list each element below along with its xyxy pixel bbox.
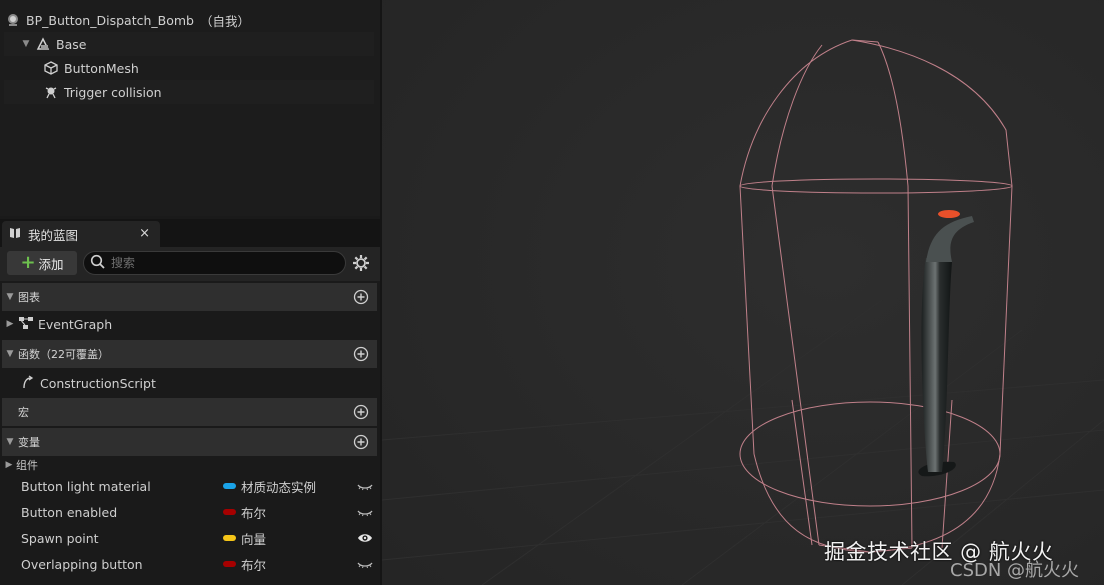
variable-type: 材质动态实例 xyxy=(241,479,317,495)
actor-icon xyxy=(4,11,22,29)
component-item-label: Trigger collision xyxy=(64,84,162,100)
my-blueprint-panel: 我的蓝图 × + 添加 ▼ 图表 xyxy=(0,219,380,585)
viewport-scene xyxy=(382,0,1104,585)
variable-row[interactable]: Button light material 材质动态实例 xyxy=(2,473,377,499)
variable-type: 布尔 xyxy=(241,557,267,573)
variable-name: Button light material xyxy=(21,478,151,494)
eye-open-icon[interactable] xyxy=(357,531,373,545)
section-label: 宏 xyxy=(18,406,29,419)
type-pill xyxy=(223,509,236,515)
close-icon[interactable]: × xyxy=(139,226,150,241)
component-item-label: Base xyxy=(56,36,87,52)
chevron-right-icon[interactable]: ▶ xyxy=(2,319,18,329)
variable-row[interactable]: Spawn point 向量 xyxy=(2,525,377,551)
chevron-right-icon[interactable]: ▶ xyxy=(2,460,16,470)
type-pill xyxy=(223,561,236,567)
section-label: 函数（22可覆盖） xyxy=(18,348,109,361)
list-item-constructionscript[interactable]: ConstructionScript xyxy=(2,371,377,395)
add-button-label: 添加 xyxy=(38,256,64,272)
type-pill xyxy=(223,483,236,489)
graph-icon xyxy=(18,316,34,333)
tab-label: 我的蓝图 xyxy=(28,227,79,243)
component-root-label: BP_Button_Dispatch_Bomb xyxy=(26,12,194,28)
section-macros[interactable]: 宏 xyxy=(2,398,377,426)
tab-bar: 我的蓝图 × xyxy=(0,219,380,247)
component-item-trigger-collision[interactable]: Trigger collision xyxy=(4,80,374,104)
chevron-down-icon[interactable]: ▼ xyxy=(2,437,18,447)
blueprint-toolbar: + 添加 xyxy=(0,247,380,281)
variable-row[interactable]: Button enabled 布尔 xyxy=(2,499,377,525)
section-label: 图表 xyxy=(18,291,40,304)
add-circle-icon[interactable] xyxy=(353,434,369,450)
variable-row[interactable]: Overlapping button 布尔 xyxy=(2,551,377,577)
list-item-label: ConstructionScript xyxy=(40,375,156,391)
type-pill xyxy=(223,535,236,541)
tab-my-blueprint[interactable]: 我的蓝图 × xyxy=(2,221,160,247)
components-panel: BP_Button_Dispatch_Bomb （自我） ▼ Base Butt… xyxy=(0,0,380,216)
watermark-subtext: CSDN @航火火 xyxy=(950,560,1080,581)
function-icon xyxy=(20,374,36,392)
component-item-base[interactable]: ▼ Base xyxy=(4,32,374,56)
component-root-suffix: （自我） xyxy=(199,13,250,29)
component-item-buttonmesh[interactable]: ButtonMesh xyxy=(4,56,374,80)
list-item-label: EventGraph xyxy=(38,316,113,332)
search-icon xyxy=(90,254,105,272)
variable-type: 向量 xyxy=(241,531,267,547)
search-input[interactable] xyxy=(111,256,331,270)
static-mesh-icon xyxy=(42,59,60,77)
left-panel: BP_Button_Dispatch_Bomb （自我） ▼ Base Butt… xyxy=(0,0,380,585)
section-functions[interactable]: ▼ 函数（22可覆盖） xyxy=(2,340,377,368)
trigger-icon xyxy=(42,83,60,101)
search-box[interactable] xyxy=(83,251,346,275)
section-graphs[interactable]: ▼ 图表 xyxy=(2,283,377,311)
add-circle-icon[interactable] xyxy=(353,404,369,420)
add-circle-icon[interactable] xyxy=(353,289,369,305)
eye-closed-icon[interactable] xyxy=(357,479,373,493)
list-item-eventgraph[interactable]: ▶ EventGraph xyxy=(2,312,377,336)
add-button[interactable]: + 添加 xyxy=(7,251,77,275)
chevron-down-icon[interactable]: ▼ xyxy=(2,349,18,359)
section-variables[interactable]: ▼ 变量 xyxy=(2,428,377,456)
eye-closed-icon[interactable] xyxy=(357,505,373,519)
variable-group-components[interactable]: ▶ 组件 xyxy=(2,456,377,474)
add-circle-icon[interactable] xyxy=(353,346,369,362)
section-label: 变量 xyxy=(18,436,40,449)
chevron-down-icon[interactable]: ▼ xyxy=(20,38,32,50)
chevron-down-icon[interactable]: ▼ xyxy=(2,292,18,302)
viewport-3d[interactable]: 掘金技术社区 @ 航火火 CSDN @航火火 xyxy=(382,0,1104,585)
variable-type: 布尔 xyxy=(241,505,267,521)
component-item-label: ButtonMesh xyxy=(64,60,139,76)
variable-name: Spawn point xyxy=(21,530,99,546)
group-label: 组件 xyxy=(16,459,38,472)
variable-name: Overlapping button xyxy=(21,556,143,572)
plus-icon: + xyxy=(20,252,36,273)
gear-icon[interactable] xyxy=(351,253,371,273)
component-root-row[interactable]: BP_Button_Dispatch_Bomb （自我） xyxy=(4,8,374,32)
eye-closed-icon[interactable] xyxy=(357,557,373,571)
scene-component-icon xyxy=(34,35,52,53)
variable-name: Button enabled xyxy=(21,504,118,520)
book-icon xyxy=(8,226,22,243)
